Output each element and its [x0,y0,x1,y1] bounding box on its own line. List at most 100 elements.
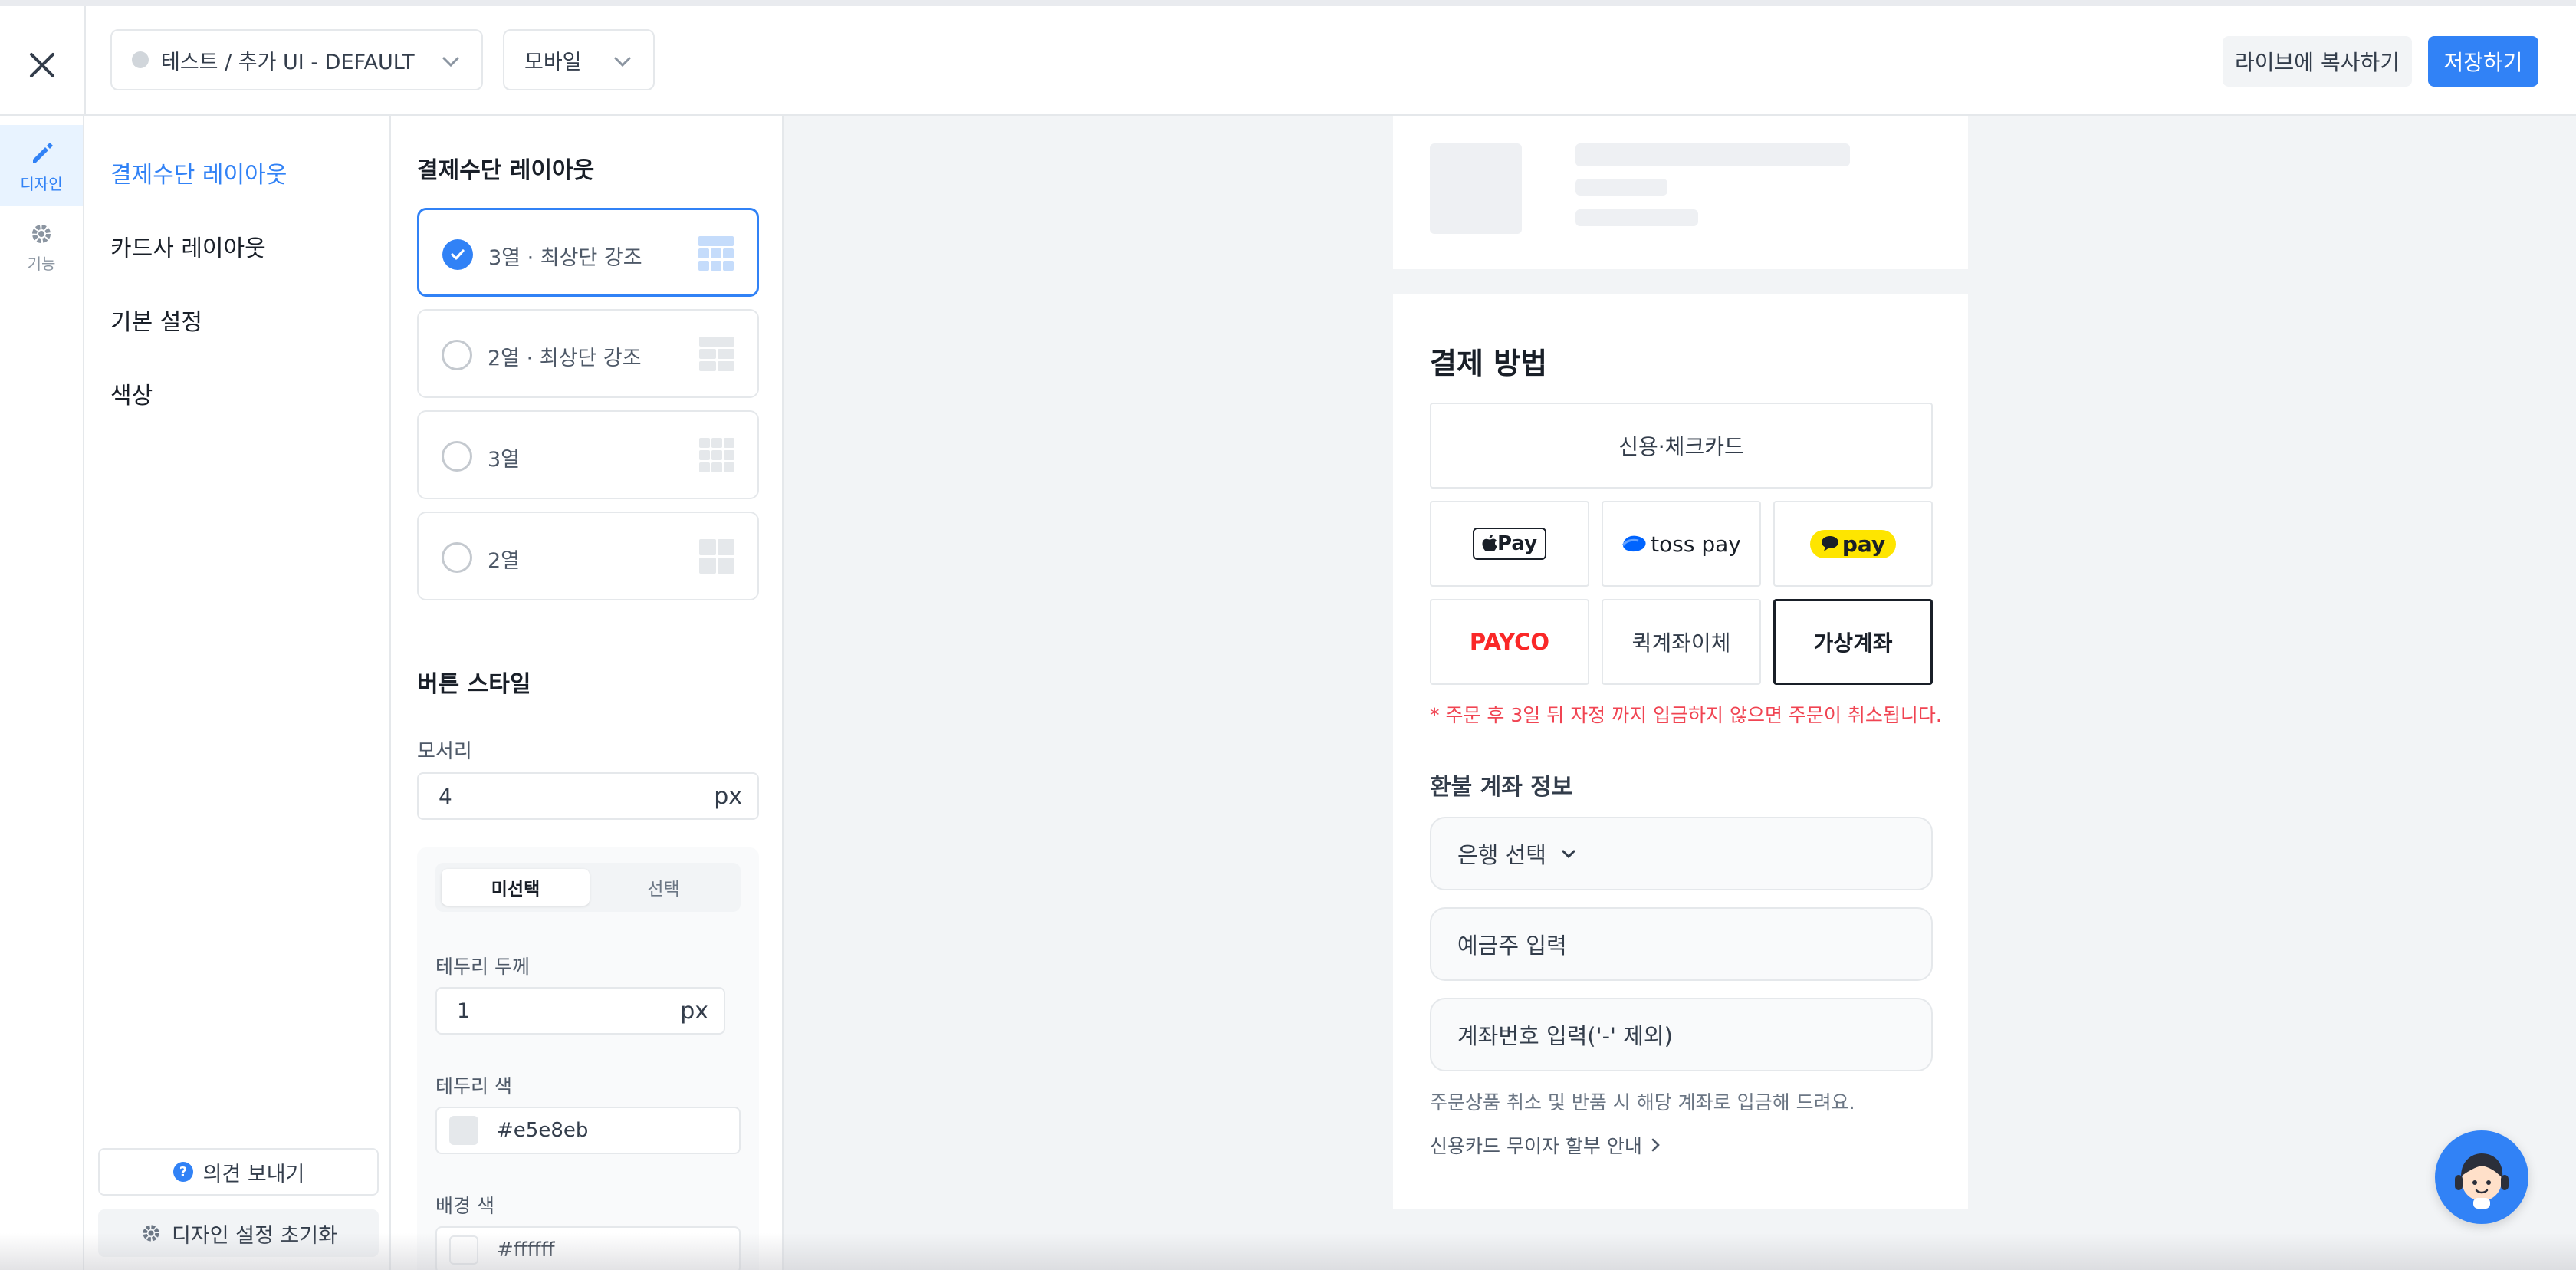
chevron-down-icon [1562,850,1576,859]
apple-icon [1482,535,1497,551]
menu-item-basic-settings[interactable]: 기본 설정 [110,303,202,337]
chevron-down-icon [442,57,459,67]
project-select[interactable]: 테스트 / 추가 UI - DEFAULT [110,29,483,90]
bank-select[interactable]: 은행 선택 [1430,817,1933,890]
border-color-swatch[interactable] [449,1116,478,1145]
bank-select-value: 은행 선택 [1457,842,1546,868]
installment-info-link[interactable]: 신용카드 무이자 할부 안내 [1430,1131,1664,1159]
radio-unchecked [442,542,472,573]
rail-item-label: 기능 [27,254,56,273]
button-style-box: 미선택 선택 테두리 두께 1 px 테두리 색 #e5e8eb 배경 색 #f… [417,847,759,1270]
method-payco-button[interactable]: PAYCO [1430,599,1589,685]
chevron-right-icon [1651,1138,1660,1152]
rail-item-label: 디자인 [20,174,63,193]
rail-item-design[interactable]: 디자인 [0,125,83,206]
payment-method-title: 결제 방법 [1430,347,1548,380]
rail-item-function[interactable]: 기능 [0,206,83,288]
unit-label: px [680,997,708,1025]
chat-support-button[interactable] [2435,1130,2528,1224]
unit-label: px [714,782,742,810]
account-holder-input[interactable]: 예금주 입력 [1430,907,1933,981]
tab-selected[interactable]: 선택 [590,869,738,906]
layout-option-label: 2열 · 최상단 강조 [488,347,642,370]
grid-3col-highlight-icon [698,236,734,271]
app-root: 테스트 / 추가 UI - DEFAULT 모바일 라이브에 복사하기 저장하기… [0,0,2576,1270]
radio-unchecked [442,441,472,472]
design-menu: 결제수단 레이아웃 카드사 레이아웃 기본 설정 색상 ? 의견 보내기 디자인… [84,116,391,1270]
gear-icon [32,224,51,243]
refund-account-title: 환불 계좌 정보 [1430,774,1573,801]
corner-label: 모서리 [417,740,472,763]
section-title-button-style: 버튼 스타일 [417,671,531,698]
border-color-input[interactable]: #e5e8eb [435,1107,741,1154]
pencil-icon [33,142,53,163]
border-width-label: 테두리 두께 [435,956,530,978]
layout-option-label: 2열 [488,549,521,573]
device-select-value: 모바일 [524,50,582,74]
device-select[interactable]: 모바일 [503,29,655,90]
border-color-label: 테두리 색 [435,1075,512,1097]
grid-3col-icon [699,438,734,472]
border-color-value: #e5e8eb [497,1119,589,1142]
payment-method-card: 결제 방법 신용·체크카드 Pay toss pay pay PAYCO 퀵계좌 [1393,294,1968,1209]
menu-item-payment-layout[interactable]: 결제수단 레이아웃 [110,156,287,189]
help-icon: ? [172,1161,194,1183]
status-dot [132,51,149,68]
grid-2col-highlight-icon [699,337,734,371]
preview-canvas: 결제 방법 신용·체크카드 Pay toss pay pay PAYCO 퀵계좌 [784,116,2576,1270]
skeleton-thumb [1430,143,1522,234]
chevron-down-icon [614,57,631,67]
refund-help-text: 주문상품 취소 및 반품 시 해당 계좌로 입금해 드려요. [1430,1091,1855,1114]
border-width-input[interactable]: 1 px [435,987,725,1035]
toss-logo-icon [1622,535,1646,552]
deposit-deadline-notice: * 주문 후 3일 뒤 자정 까지 입금하지 않으면 주문이 취소됩니다. [1430,704,1942,726]
border-width-value: 1 [457,999,471,1023]
section-title-layout: 결제수단 레이아웃 [417,157,595,184]
copy-to-live-button[interactable]: 라이브에 복사하기 [2223,36,2412,87]
method-kakaopay-button[interactable]: pay [1773,501,1933,587]
layout-option-3col[interactable]: 3열 [417,410,759,499]
bg-color-label: 배경 색 [435,1195,495,1217]
method-tosspay-button[interactable]: toss pay [1602,501,1761,587]
radio-checked [442,239,473,270]
menu-item-card-layout[interactable]: 카드사 레이아웃 [110,229,266,263]
skeleton-line [1576,209,1698,226]
layout-option-label: 3열 [488,448,521,472]
tab-unselected[interactable]: 미선택 [442,869,590,906]
bottom-fade [0,1233,2576,1270]
method-virtual-account-button[interactable]: 가상계좌 [1773,599,1933,685]
method-quick-transfer-button[interactable]: 퀵계좌이체 [1602,599,1761,685]
state-segmented-control: 미선택 선택 [435,863,741,912]
top-header: 테스트 / 추가 UI - DEFAULT 모바일 라이브에 복사하기 저장하기 [0,6,2576,116]
close-icon [30,53,54,77]
save-button[interactable]: 저장하기 [2428,36,2538,87]
applepay-text: Pay [1497,532,1538,555]
svg-text:?: ? [179,1164,186,1180]
product-skeleton-card [1393,116,1968,269]
radio-unchecked [442,340,472,370]
kakaopay-logo: pay [1809,529,1897,558]
support-avatar-icon [2455,1153,2509,1209]
menu-item-colors[interactable]: 색상 [110,377,153,410]
corner-radius-value: 4 [439,783,452,809]
settings-panel: 결제수단 레이아웃 3열 · 최상단 강조 2열 · 최상단 강조 3열 2열 … [391,116,784,1270]
header-divider [84,6,86,116]
applepay-logo: Pay [1472,528,1547,560]
method-applepay-button[interactable]: Pay [1430,501,1589,587]
corner-radius-input[interactable]: 4 px [417,772,759,820]
layout-option-label: 3열 · 최상단 강조 [488,246,642,270]
layout-option-3col-highlight[interactable]: 3열 · 최상단 강조 [417,208,759,297]
account-number-input[interactable]: 계좌번호 입력('-' 제외) [1430,998,1933,1071]
feedback-button[interactable]: ? 의견 보내기 [98,1148,379,1196]
close-button[interactable] [17,40,67,90]
installment-link-text: 신용카드 무이자 할부 안내 [1430,1135,1642,1157]
feedback-label: 의견 보내기 [202,1162,305,1186]
tosspay-text: toss pay [1651,531,1741,557]
layout-option-2col-highlight[interactable]: 2열 · 최상단 강조 [417,309,759,398]
skeleton-line [1576,179,1668,196]
skeleton-line [1576,143,1850,166]
method-card-button[interactable]: 신용·체크카드 [1430,403,1933,489]
speech-bubble-icon [1821,536,1838,551]
grid-2col-icon [699,539,734,574]
layout-option-2col[interactable]: 2열 [417,512,759,600]
